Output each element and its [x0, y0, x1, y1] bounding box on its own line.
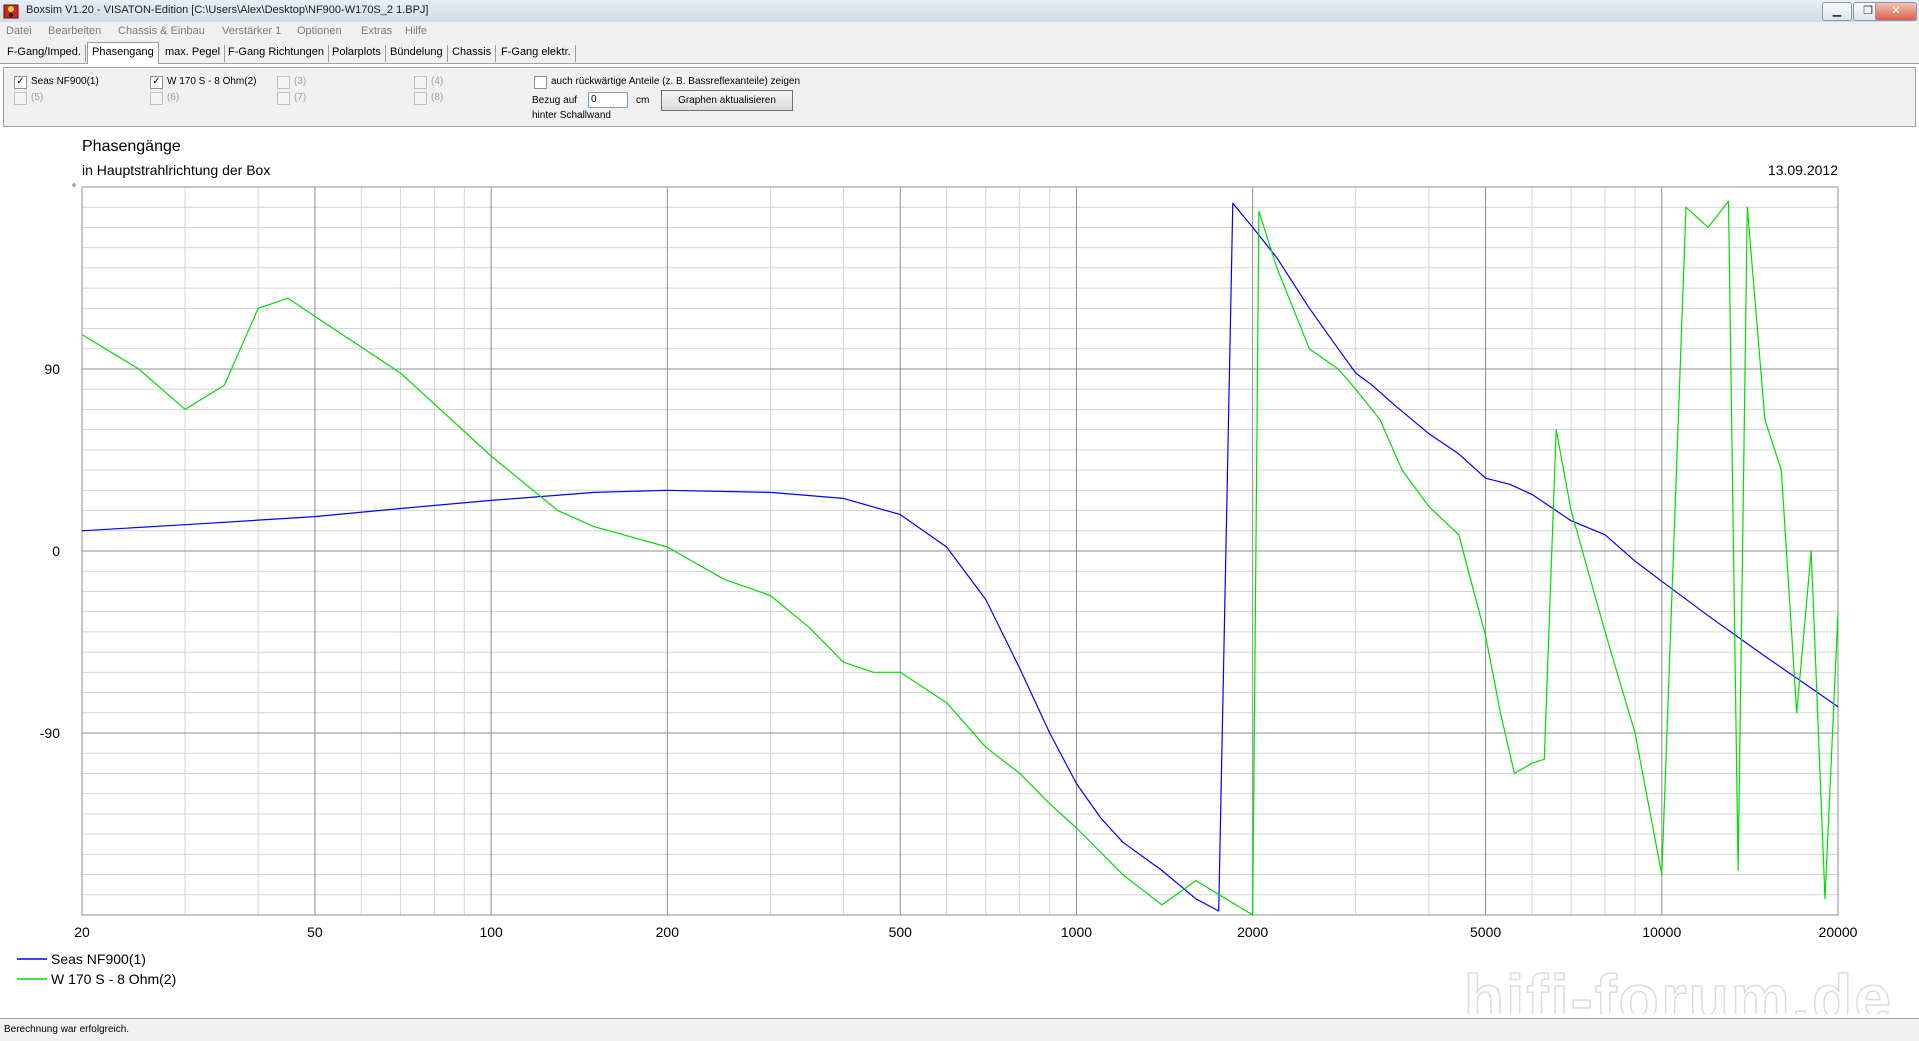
title-bar: Boxsim V1.20 - VISATON-Edition [C:\Users… — [0, 0, 1919, 23]
y-tick-label: -90 — [40, 725, 60, 741]
chassis-8-checkbox[interactable] — [414, 92, 427, 105]
series-line-1 — [81, 202, 1839, 912]
chassis-5-checkbox[interactable] — [14, 92, 27, 105]
schallwand-label: hinter Schallwand — [532, 110, 611, 121]
chart-area: hifi-forum.de 20 50 100 200 500 1000 2000 5000 1… — [3, 129, 1914, 1036]
chassis-2-checkbox[interactable]: ✓ — [150, 76, 163, 89]
chassis-6-label: (6) — [167, 92, 180, 103]
y-tick-label: 90 — [44, 361, 60, 377]
chassis-1-label: Seas NF900(1) — [31, 76, 99, 87]
watermark: hifi-forum.de — [1463, 960, 1893, 1036]
chassis-5-label: (5) — [31, 92, 44, 103]
update-graphs-button[interactable]: Graphen aktualisieren — [661, 90, 793, 111]
y-tick-label: 0 — [52, 543, 60, 559]
x-tick-label: 200 — [656, 924, 680, 940]
tab-buendelung[interactable]: Bündelung — [386, 45, 448, 62]
menu-bar: Datei Bearbeiten Chassis & Einbau Verstä… — [0, 22, 1919, 41]
chart-subtitle: in Hauptstrahlrichtung der Box — [82, 162, 270, 178]
chassis-4-label: (4) — [431, 76, 444, 87]
menu-chassis-einbau[interactable]: Chassis & Einbau — [118, 25, 205, 37]
menu-bearbeiten[interactable]: Bearbeiten — [48, 25, 101, 37]
chassis-3-label: (3) — [294, 76, 307, 87]
bezug-label: Bezug auf — [532, 95, 578, 106]
chassis-7-checkbox[interactable] — [277, 92, 290, 105]
x-tick-label: 2000 — [1237, 924, 1268, 940]
x-tick-label: 20000 — [1819, 924, 1858, 940]
window-title: Boxsim V1.20 - VISATON-Edition [C:\Users… — [26, 4, 429, 16]
menu-datei[interactable]: Datei — [6, 25, 32, 37]
bezug-unit-label: cm — [636, 95, 650, 106]
x-tick-label: 20 — [74, 924, 90, 940]
boxsim-app-icon — [3, 4, 19, 19]
chart-title: Phasengänge — [82, 138, 181, 155]
major-grid — [81, 187, 1839, 915]
chassis-7-label: (7) — [294, 92, 307, 103]
tab-bar: F-Gang/Imped. Phasengang max. Pegel F-Ga… — [0, 41, 1919, 64]
tab-chassis[interactable]: Chassis — [448, 45, 497, 62]
legend-label: W 170 S - 8 Ohm(2) — [51, 971, 176, 987]
chassis-3-checkbox[interactable] — [277, 76, 290, 89]
x-tick-label: 10000 — [1642, 924, 1681, 940]
chassis-1-checkbox[interactable]: ✓ — [14, 76, 27, 89]
menu-hilfe[interactable]: Hilfe — [405, 25, 427, 37]
watermark-text: hifi-forum.de — [1464, 961, 1893, 1014]
x-tick-label: 500 — [889, 924, 913, 940]
status-bar: Berechnung war erfolgreich. — [0, 1018, 1919, 1041]
chart-date: 13.09.2012 — [1768, 162, 1838, 178]
legend: Seas NF900(1) W 170 S - 8 Ohm(2) — [17, 951, 176, 987]
x-tick-label: 100 — [479, 924, 503, 940]
menu-optionen[interactable]: Optionen — [297, 25, 342, 37]
menu-verstaerker[interactable]: Verstärker 1 — [222, 25, 281, 37]
axis-labels: 20 50 100 200 500 1000 2000 5000 10000 20000 90 0 -9… — [40, 361, 1858, 940]
chassis-8-label: (8) — [431, 92, 444, 103]
legend-label: Seas NF900(1) — [51, 951, 146, 967]
rear-components-checkbox[interactable] — [534, 76, 547, 89]
menu-extras[interactable]: Extras — [361, 25, 392, 37]
chassis-options-panel: ✓ Seas NF900(1) (5) ✓ W 170 S - 8 Ohm(2)… — [3, 67, 1916, 127]
close-button[interactable]: ✕ — [1875, 2, 1917, 21]
tab-max-pegel[interactable]: max. Pegel — [161, 45, 226, 62]
chassis-4-checkbox[interactable] — [414, 76, 427, 89]
tab-fgang-richtungen[interactable]: F-Gang Richtungen — [224, 45, 329, 62]
chassis-2-label: W 170 S - 8 Ohm(2) — [167, 76, 257, 87]
status-text: Berechnung war erfolgreich. — [4, 1024, 130, 1035]
x-tick-label: 5000 — [1470, 924, 1501, 940]
x-tick-label: 50 — [307, 924, 323, 940]
y-unit-label: ° — [72, 183, 76, 194]
tab-fgang-imped[interactable]: F-Gang/Imped. — [3, 45, 86, 62]
x-tick-label: 1000 — [1061, 924, 1092, 940]
tab-fgang-elektr[interactable]: F-Gang elektr. — [497, 45, 576, 62]
chassis-6-checkbox[interactable] — [150, 92, 163, 105]
rear-components-label: auch rückwärtige Anteile (z. B. Bassrefl… — [551, 76, 801, 87]
minimize-button[interactable]: ▁ — [1822, 2, 1852, 21]
bezug-input[interactable] — [588, 92, 628, 108]
tab-polarplots[interactable]: Polarplots — [328, 45, 386, 62]
tab-phasengang[interactable]: Phasengang — [87, 42, 159, 64]
phase-chart: hifi-forum.de 20 50 100 200 500 1000 2000 5000 1… — [17, 138, 1893, 1036]
